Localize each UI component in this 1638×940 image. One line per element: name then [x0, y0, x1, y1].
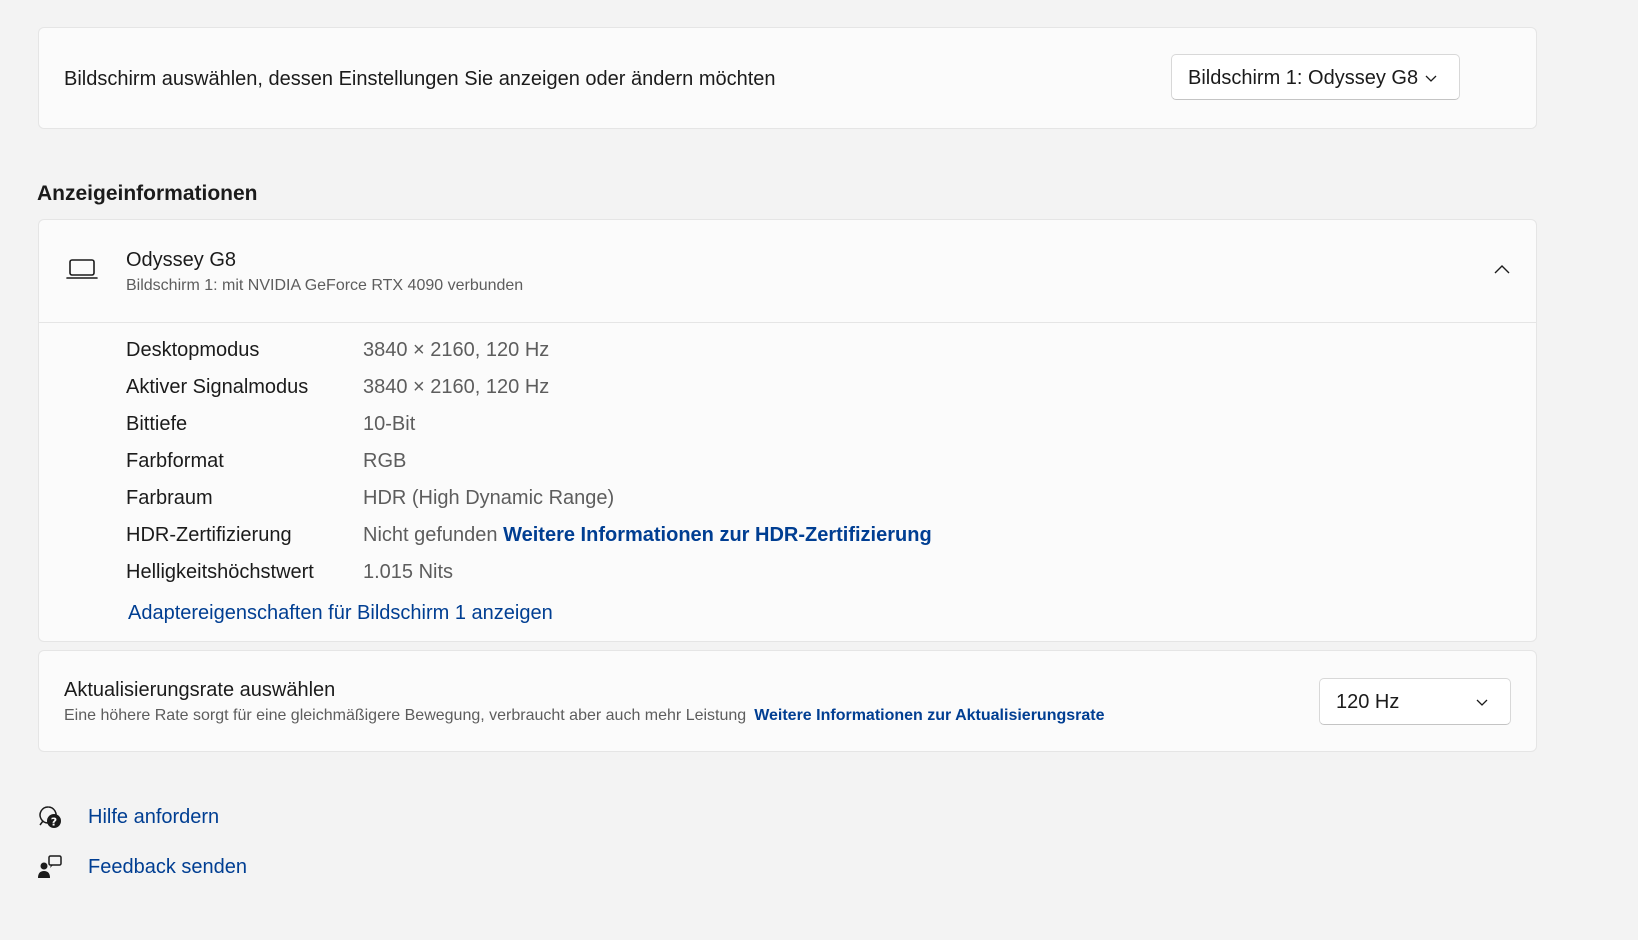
display-info-header[interactable]: Odyssey G8 Bildschirm 1: mit NVIDIA GeFo…	[39, 220, 1536, 323]
display-select-value: Bildschirm 1: Odyssey G8	[1188, 67, 1419, 89]
info-value: HDR (High Dynamic Range)	[363, 487, 615, 509]
help-icon: ?	[39, 806, 61, 829]
display-select-card: Bildschirm auswählen, dessen Einstellung…	[38, 27, 1537, 129]
info-label: Farbformat	[126, 450, 224, 472]
info-value: Nicht gefunden	[363, 524, 498, 546]
info-label: Aktiver Signalmodus	[126, 376, 309, 398]
monitor-name: Odyssey G8	[126, 249, 237, 271]
refresh-rate-description: Eine höhere Rate sorgt für eine gleichmä…	[64, 707, 1104, 725]
hdr-certification-link[interactable]: Weitere Informationen zur HDR-Zertifizie…	[503, 524, 932, 546]
info-label: HDR-Zertifizierung	[126, 524, 292, 546]
info-label: Bittiefe	[126, 413, 188, 435]
info-value: 1.015 Nits	[363, 561, 454, 583]
feedback-icon	[38, 855, 62, 878]
refresh-rate-card: Aktualisierungsrate auswählen Eine höher…	[38, 650, 1537, 752]
refresh-rate-description-text: Eine höhere Rate sorgt für eine gleichmä…	[64, 707, 747, 724]
get-help-link[interactable]: ? Hilfe anfordern	[37, 802, 219, 832]
info-value: 10-Bit	[363, 413, 416, 435]
info-value: RGB	[363, 450, 407, 472]
info-label: Helligkeitshöchstwert	[126, 561, 314, 583]
monitor-icon	[66, 259, 98, 279]
display-info-card: Odyssey G8 Bildschirm 1: mit NVIDIA GeFo…	[38, 219, 1537, 642]
refresh-rate-info-link[interactable]: Weitere Informationen zur Aktualisierung…	[754, 707, 1104, 724]
info-value-hdr: Nicht gefunden Weitere Informationen zur…	[363, 524, 932, 547]
section-title: Anzeigeinformationen	[37, 182, 258, 205]
chevron-down-icon	[1425, 75, 1437, 82]
send-feedback-label: Feedback senden	[88, 855, 248, 878]
chevron-up-icon[interactable]	[1486, 254, 1518, 286]
monitor-subtitle: Bildschirm 1: mit NVIDIA GeForce RTX 409…	[126, 277, 524, 294]
svg-text:?: ?	[51, 816, 57, 829]
info-label: Desktopmodus	[126, 339, 260, 361]
refresh-rate-dropdown[interactable]: 120 Hz	[1319, 678, 1511, 725]
send-feedback-link[interactable]: Feedback senden	[37, 852, 247, 882]
get-help-label: Hilfe anfordern	[88, 805, 220, 828]
info-value: 3840 × 2160, 120 Hz	[363, 376, 550, 398]
refresh-rate-value: 120 Hz	[1336, 691, 1400, 713]
info-value: 3840 × 2160, 120 Hz	[363, 339, 550, 361]
display-select-dropdown[interactable]: Bildschirm 1: Odyssey G8	[1171, 54, 1460, 100]
refresh-rate-title: Aktualisierungsrate auswählen	[64, 679, 336, 701]
chevron-down-icon	[1476, 699, 1488, 706]
adapter-properties-link[interactable]: Adaptereigenschaften für Bildschirm 1 an…	[128, 602, 553, 625]
display-select-label: Bildschirm auswählen, dessen Einstellung…	[64, 68, 776, 90]
info-label: Farbraum	[126, 487, 213, 509]
